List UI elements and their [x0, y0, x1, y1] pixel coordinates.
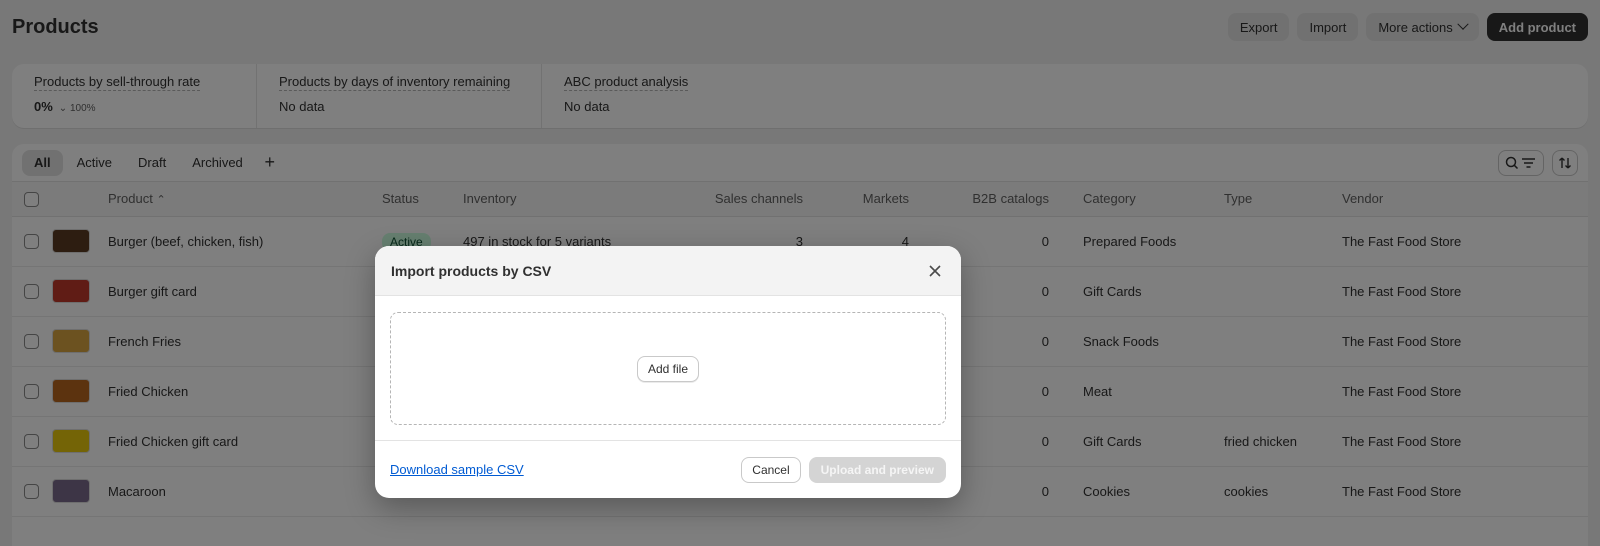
cancel-button[interactable]: Cancel: [741, 456, 801, 483]
file-dropzone[interactable]: Add file: [390, 312, 946, 425]
modal-actions: Cancel Upload and preview: [741, 456, 946, 483]
modal-title: Import products by CSV: [391, 262, 552, 279]
close-icon: [929, 264, 941, 277]
modal-header: Import products by CSV: [375, 246, 961, 296]
import-csv-modal: Import products by CSV Add file Download…: [375, 246, 961, 498]
modal-footer: Download sample CSV Cancel Upload and pr…: [375, 441, 961, 498]
close-button[interactable]: [925, 261, 945, 281]
products-page: Products Export Import More actions Add …: [0, 0, 1600, 546]
upload-and-preview-button[interactable]: Upload and preview: [808, 456, 946, 483]
add-file-button[interactable]: Add file: [636, 355, 700, 382]
modal-body: Add file: [375, 296, 961, 441]
download-sample-csv-link[interactable]: Download sample CSV: [390, 462, 524, 477]
